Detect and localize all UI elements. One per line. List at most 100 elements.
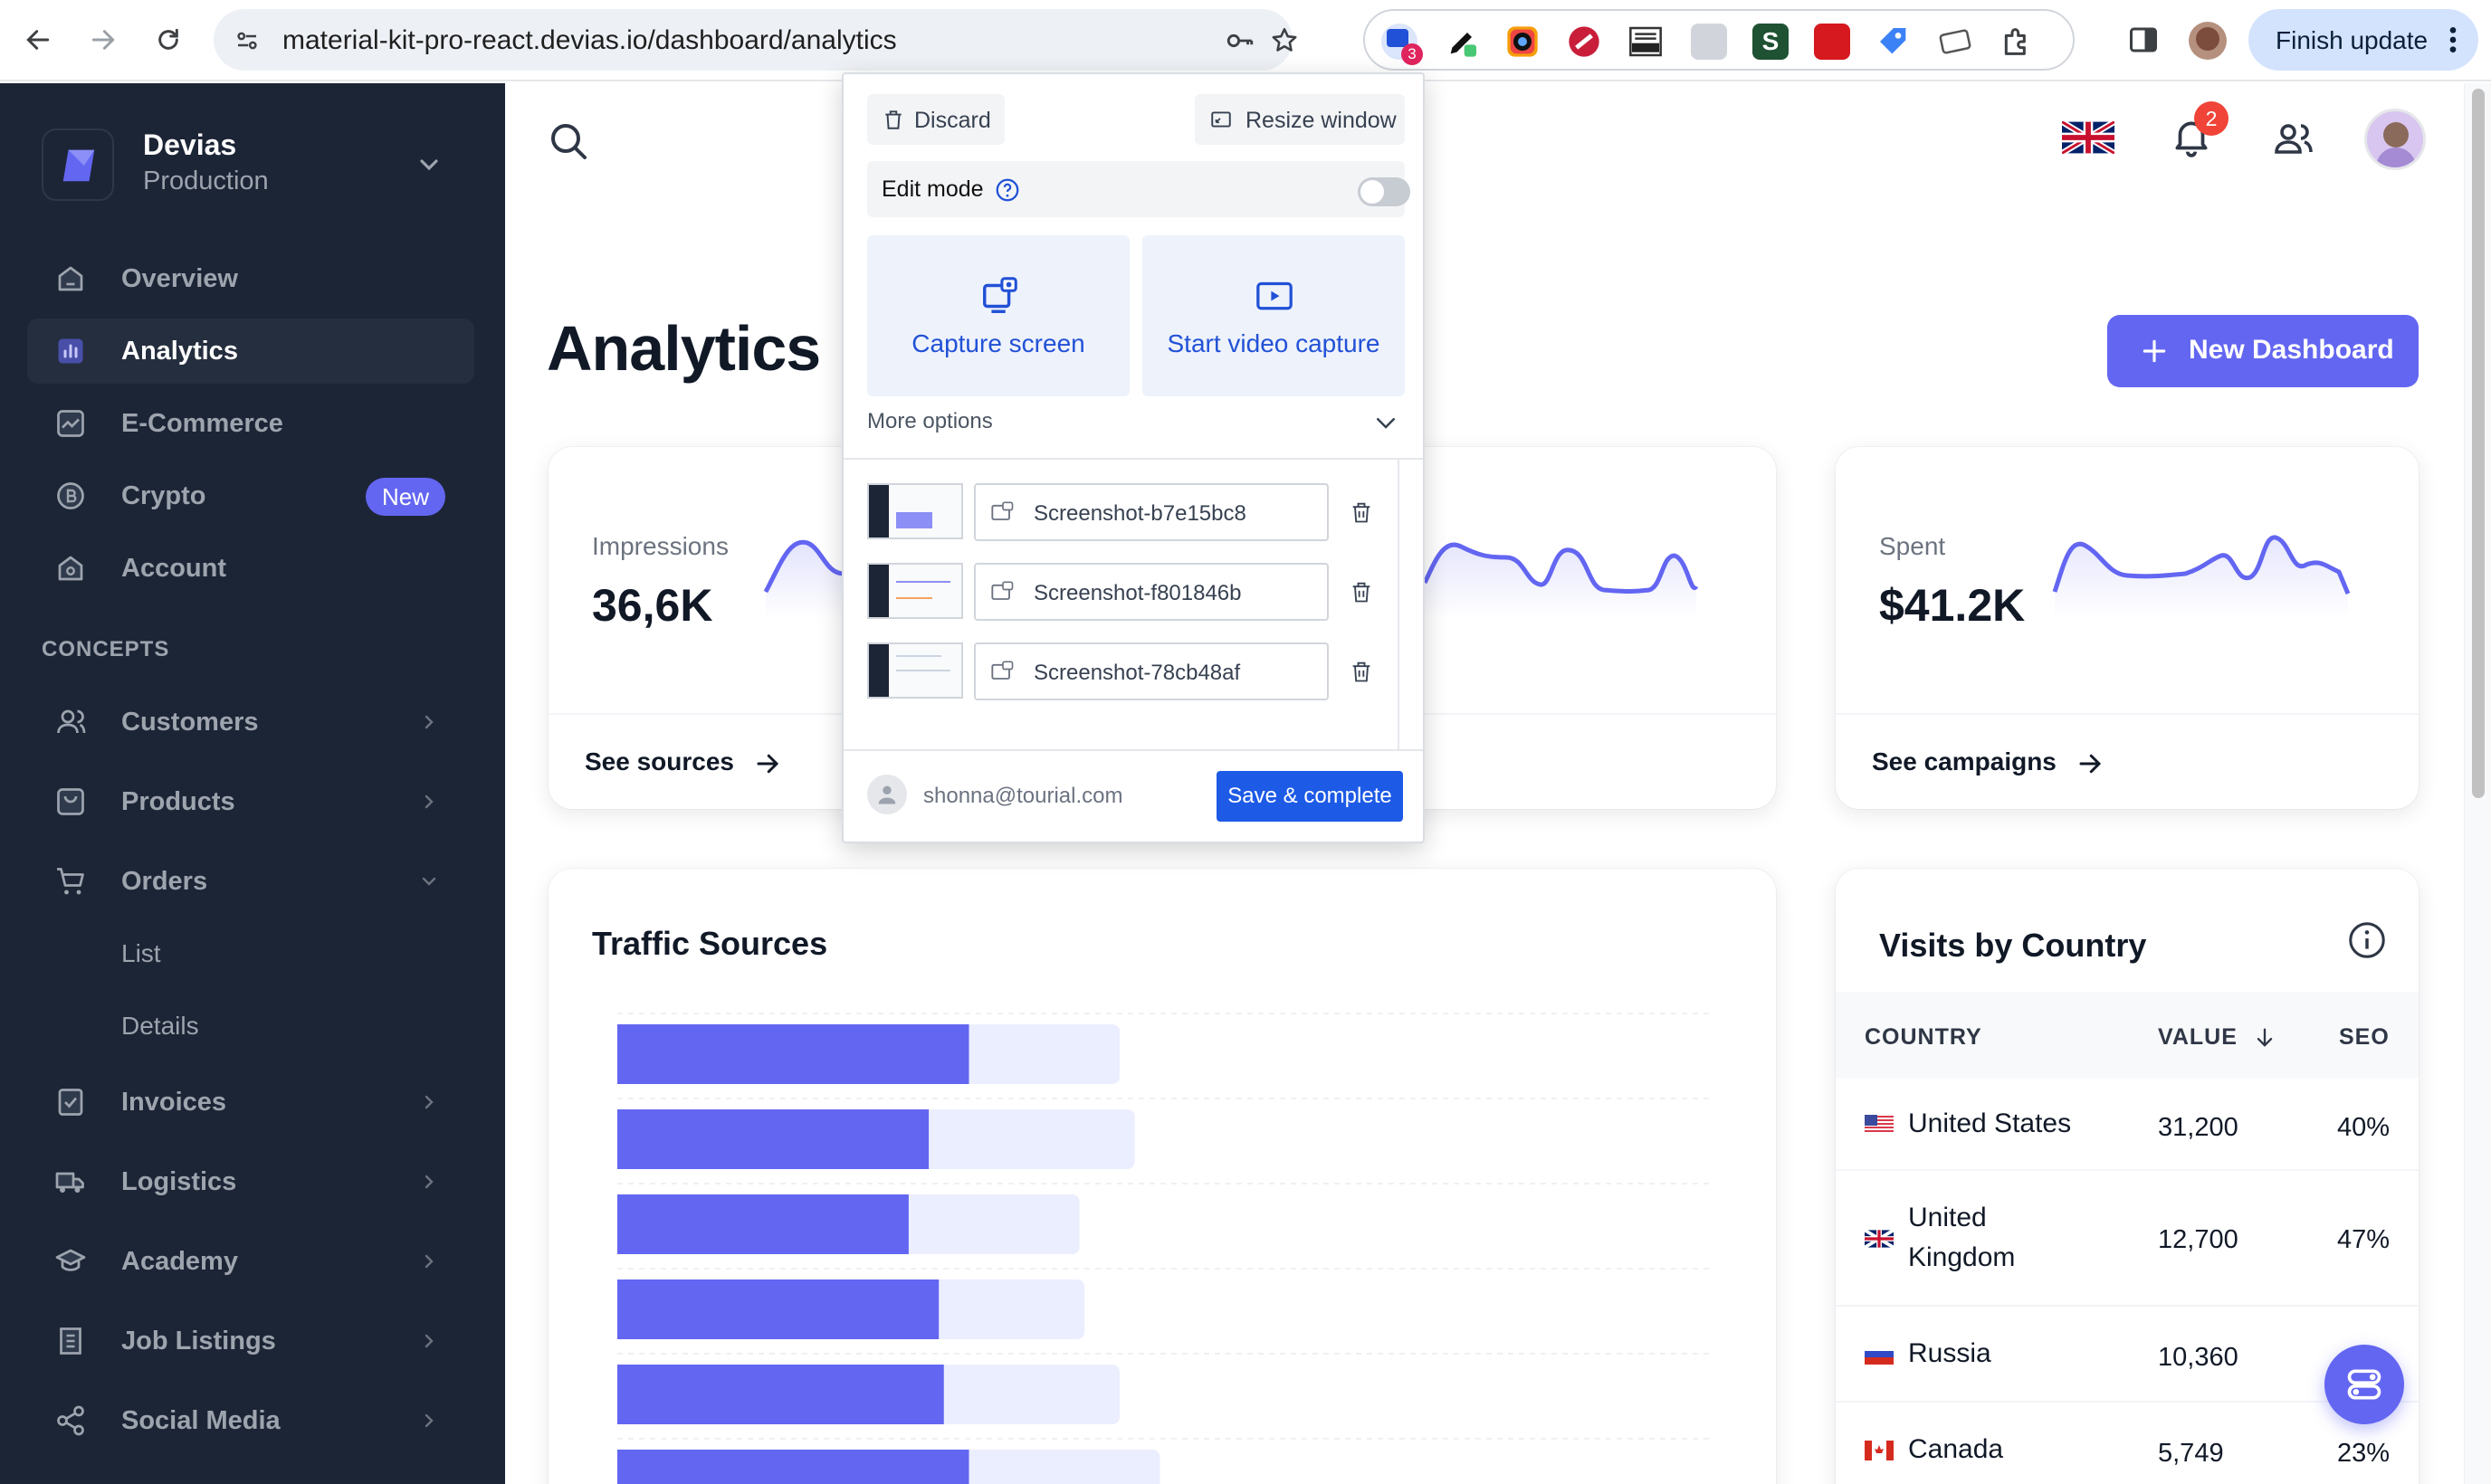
capture-screen-label: Capture screen [911,329,1085,357]
sidebar-item-academy[interactable]: Academy [27,1229,474,1294]
traffic-bar[interactable] [617,1024,969,1084]
screenshot-item: Screenshot-f801846b [867,563,1392,623]
s-extension-icon[interactable]: S [1752,24,1789,60]
sidebar-item-invoices[interactable]: Invoices [27,1070,474,1135]
card-extension-icon[interactable] [1937,24,1973,60]
sidebar-item-social-media[interactable]: Social Media [27,1388,474,1453]
tag-extension-icon[interactable] [1875,24,1912,60]
sidebar-subitem-list[interactable]: List [121,939,161,968]
sidebar-item-overview[interactable]: Overview [27,246,474,311]
back-button[interactable] [16,18,60,62]
sidebar-item-orders[interactable]: Orders [27,849,474,914]
info-icon[interactable] [2346,919,2388,961]
capture-screen-button[interactable]: Capture screen [867,235,1130,396]
bitcoin-icon [57,482,84,509]
trash-icon[interactable] [1349,499,1374,525]
chevron-right-icon [425,1334,434,1348]
column-seo[interactable]: SEO [2339,1024,2390,1051]
screenshot-thumbnail[interactable] [867,563,963,619]
notifications-button[interactable]: 2 [2169,101,2229,163]
uk-flag-icon [1865,1229,1894,1249]
sidebar-item-crypto[interactable]: Crypto New [27,463,474,528]
sidebar-subitem-details[interactable]: Details [121,1012,199,1041]
traffic-bar[interactable] [617,1279,940,1339]
user-avatar[interactable] [2364,109,2426,170]
toggle-knob [1360,180,1384,204]
sidebar-item-ecommerce[interactable]: E-Commerce [27,391,474,456]
traffic-bar[interactable] [617,1365,944,1424]
chevron-down-icon[interactable] [1372,409,1399,436]
side-panel-icon[interactable] [2127,24,2160,56]
more-vert-icon [2449,27,2457,52]
capture-extension-popup: Discard Resize window Edit mode Capture … [842,72,1425,843]
column-country[interactable]: COUNTRY [1865,1024,1982,1051]
color-extension-icon[interactable] [1504,24,1541,60]
traffic-bar[interactable] [617,1109,930,1169]
sidebar-item-products[interactable]: Products [27,769,474,834]
screenshot-name-field[interactable]: Screenshot-f801846b [974,563,1329,621]
screenshot-name-field[interactable]: Screenshot-78cb48af [974,642,1329,700]
resize-window-button[interactable]: Resize window [1195,94,1405,145]
column-value[interactable]: VALUE [2158,1024,2277,1051]
visit-value: 31,200 [2158,1113,2238,1142]
trash-icon[interactable] [1349,579,1374,604]
save-complete-button[interactable]: Save & complete [1217,771,1403,822]
scrollbar[interactable] [2464,83,2491,1484]
grey-extension-icon[interactable] [1691,24,1727,60]
sidebar-item-label: E-Commerce [121,409,283,438]
sidebar-item-customers[interactable]: Customers [27,690,474,755]
help-icon[interactable] [994,176,1021,204]
seo-value: 47% [2337,1225,2391,1254]
sidebar-item-account[interactable]: Account [27,536,474,601]
extensions-bar: 3 S [1363,9,2075,71]
red-circle-extension-icon[interactable] [1566,24,1602,60]
new-dashboard-button[interactable]: New Dashboard [2107,315,2419,387]
finish-update-button[interactable]: Finish update [2248,9,2478,71]
link-label: See campaigns [1872,747,2057,775]
search-icon[interactable] [547,119,590,163]
profile-avatar[interactable] [2189,22,2227,60]
news-extension-icon[interactable] [1627,24,1664,60]
card-title: Visits by Country [1879,927,2147,964]
see-sources-link[interactable]: See sources [585,747,781,777]
contacts-icon[interactable] [2272,118,2315,161]
scroll-thumb[interactable] [2472,89,2485,798]
trash-icon[interactable] [1349,659,1374,684]
edit-mode-toggle[interactable] [1358,177,1410,206]
sources-sparkline [1425,542,1699,619]
discard-button[interactable]: Discard [867,94,1005,145]
sidebar-item-analytics[interactable]: Analytics [27,319,474,384]
forward-button[interactable] [81,18,125,62]
site-settings-icon[interactable] [234,27,261,54]
bar-chart-icon [58,338,83,364]
truck-icon [55,1172,84,1193]
sidebar-item-logistics[interactable]: Logistics [27,1149,474,1214]
settings-fab[interactable] [2324,1345,2404,1424]
screenshot-thumbnail[interactable] [867,483,963,539]
reload-button[interactable] [147,18,190,62]
screenshot-thumbnail[interactable] [867,642,963,699]
traffic-bar[interactable] [617,1450,969,1484]
pen-extension-icon[interactable] [1445,24,1481,60]
sidebar-item-label: Products [121,787,235,816]
screenshot-name: Screenshot-f801846b [1034,581,1242,605]
chevron-down-icon[interactable] [415,150,444,179]
bookmark-star-icon[interactable] [1269,25,1300,56]
see-campaigns-link[interactable]: See campaigns [1872,747,2104,777]
start-video-capture-button[interactable]: Start video capture [1142,235,1405,396]
sidebar-item-job-listings[interactable]: Job Listings [27,1308,474,1374]
puzzle-icon[interactable] [1999,24,2035,60]
key-icon[interactable] [1224,25,1256,56]
traffic-bar[interactable] [617,1194,909,1254]
capture-extension-icon[interactable]: 3 [1381,24,1423,65]
screenshot-name-field[interactable]: Screenshot-b7e15bc8 [974,483,1329,541]
pdf-extension-icon[interactable] [1814,24,1850,60]
uk-flag-icon[interactable] [2062,121,2114,154]
notification-badge: 2 [2194,101,2229,136]
stat-value: 36,6K [592,580,713,631]
address-bar[interactable]: material-kit-pro-react.devias.io/dashboa… [214,9,1297,71]
more-options-toggle[interactable]: More options [867,409,993,434]
org-logo[interactable] [42,128,114,201]
url-text[interactable]: material-kit-pro-react.devias.io/dashboa… [282,25,897,56]
card-divider [1836,713,2419,715]
